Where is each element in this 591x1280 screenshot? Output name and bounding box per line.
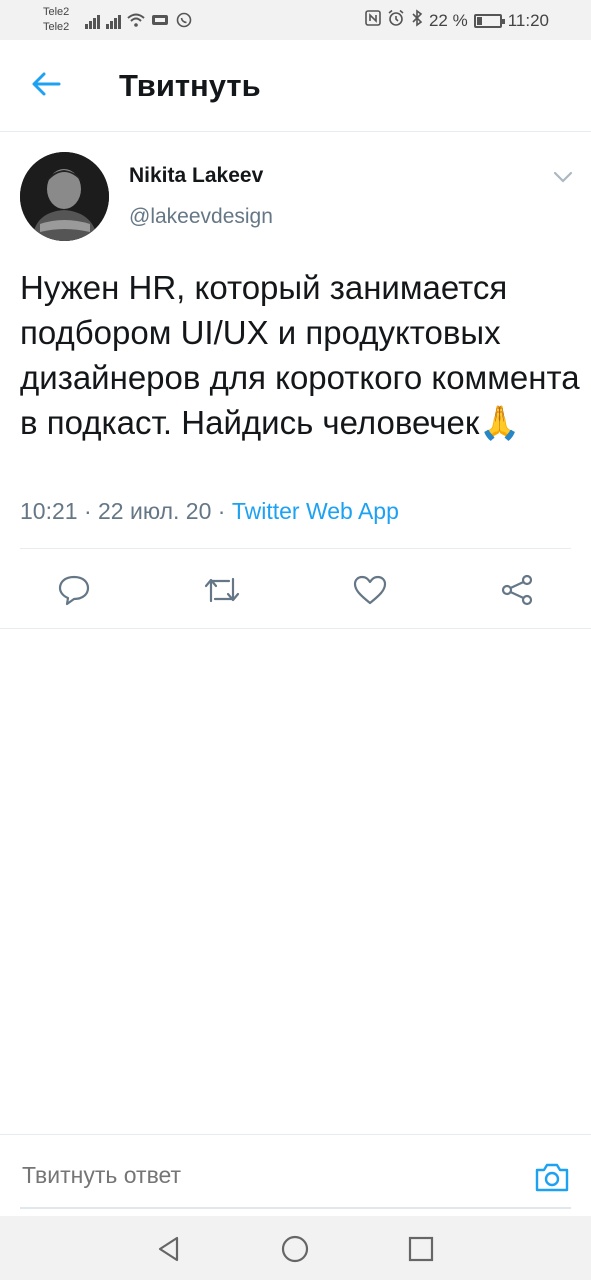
reply-bar [0,1134,591,1216]
author-name[interactable]: Nikita Lakeev [129,164,263,188]
tweet-source-link[interactable]: Twitter Web App [232,498,399,525]
tweet-options-button[interactable] [548,162,578,192]
reply-input[interactable] [20,1161,510,1190]
carrier-2: Tele2 [43,21,70,33]
avatar[interactable] [20,152,109,241]
author-handle[interactable]: @lakeevdesign [129,205,273,229]
tweet-date: 22 июл. 20 [98,498,212,524]
nav-home-button[interactable] [278,1232,312,1266]
signal-2-icon [106,13,121,29]
status-left-icons [85,11,193,29]
whatsapp-icon [175,11,193,29]
battery-percent: 22 % [428,10,468,30]
status-right: 22 % 11:20 [365,9,549,32]
camera-icon [535,1163,569,1192]
meta-separator-2: · [211,498,232,524]
carrier-labels: Tele2 Tele2 [43,5,69,35]
nav-back-button[interactable] [152,1232,186,1266]
bluetooth-icon [411,9,423,32]
alarm-icon [387,9,405,32]
tweet-actions [0,560,591,620]
signal-1-icon [85,13,100,29]
reply-underline [20,1207,571,1209]
notification-icon [151,11,169,29]
nav-recents-button[interactable] [404,1232,438,1266]
arrow-left-icon [32,72,61,96]
speech-bubble-icon [58,575,90,606]
tweet-meta: 10:21 · 22 июл. 20 · Twitter Web App [20,498,399,525]
back-button[interactable] [26,64,66,104]
camera-button[interactable] [532,1157,572,1197]
wifi-icon [127,11,145,29]
heart-icon [353,575,387,605]
battery-icon [473,13,505,28]
tweet-time: 10:21 [20,498,78,524]
nfc-icon [365,10,381,31]
triangle-back-icon [158,1236,179,1262]
reply-button[interactable] [54,570,94,610]
square-recents-icon [408,1236,434,1262]
like-button[interactable] [350,570,390,610]
meta-separator-1: · [77,498,99,524]
app-header: Твитнуть [0,40,591,132]
share-button[interactable] [497,570,537,610]
retweet-icon [204,577,240,603]
carrier-1: Tele2 [43,6,70,18]
circle-home-icon [281,1235,309,1263]
retweet-button[interactable] [202,570,242,610]
chevron-down-icon [553,171,573,183]
divider [20,548,571,549]
clock: 11:20 [507,10,549,30]
share-icon [501,574,533,606]
tweet-text: Нужен HR, который занимается подбором UI… [20,269,580,441]
status-bar: Tele2 Tele2 22 % 11:20 [0,0,591,40]
divider [0,628,591,629]
page-title: Твитнуть [119,68,261,103]
avatar-image [20,152,109,241]
system-nav-bar [0,1216,591,1280]
